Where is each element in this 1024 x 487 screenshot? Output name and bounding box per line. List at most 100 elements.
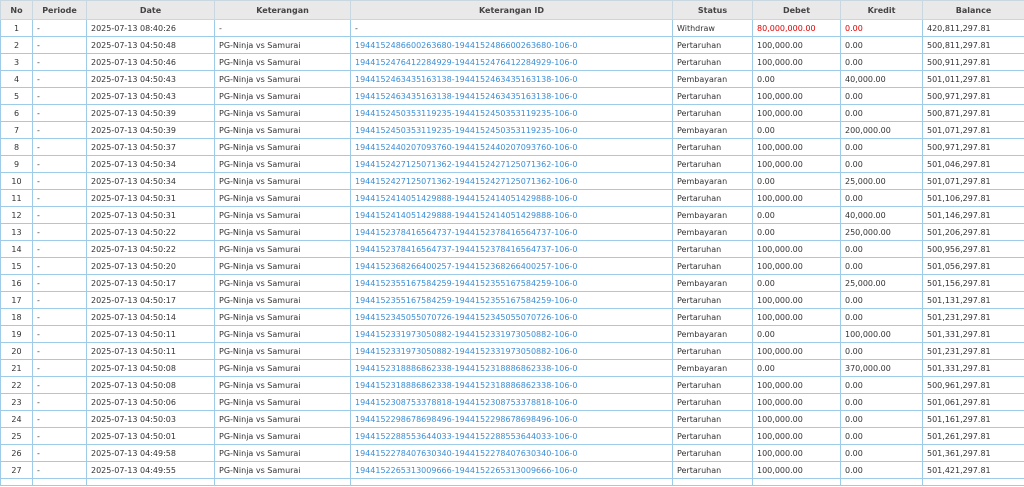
cell-no: 12 [0, 206, 33, 224]
cell-keterangan-id[interactable]: 1944152450353119235-1944152450353119235-… [350, 104, 673, 122]
cell-kredit: 0.00 [840, 138, 923, 156]
cell-kredit: 25,000.00 [840, 172, 923, 190]
cell-kredit: 40,000.00 [840, 206, 923, 224]
cell-date: 2025-07-13 04:50:39 [86, 121, 215, 139]
cell-keterangan: PG-Ninja vs Samurai [214, 189, 351, 207]
cell-balance: 501,146,297.81 [922, 206, 1024, 224]
cell-date: 2025-07-13 04:50:43 [86, 87, 215, 105]
cell-keterangan-id[interactable]: 1944152440207093760-1944152440207093760-… [350, 138, 673, 156]
cell-keterangan: PG-Ninja vs Samurai [214, 121, 351, 139]
cell-debet: 0.00 [752, 223, 841, 241]
col-header-debet[interactable]: Debet [752, 0, 841, 20]
cell-kredit: 0.00 [840, 291, 923, 309]
cell-keterangan-id[interactable]: 1944152378416564737-1944152378416564737-… [350, 223, 673, 241]
cell-keterangan-id[interactable]: 1944152427125071362-1944152427125071362-… [350, 172, 673, 190]
cell-status: Pertaruhan [672, 461, 753, 479]
cell-keterangan-id[interactable]: 1944152331973050882-1944152331973050882-… [350, 342, 673, 360]
cell-no: 1 [0, 19, 33, 37]
cell-status: Pertaruhan [672, 36, 753, 54]
col-header-periode[interactable]: Periode [32, 0, 87, 20]
col-header-no[interactable]: No [0, 0, 33, 20]
cell-no: 27 [0, 461, 33, 479]
col-header-keterangan[interactable]: Keterangan [214, 0, 351, 20]
cell-no: 22 [0, 376, 33, 394]
cell-empty [86, 478, 215, 486]
cell-keterangan-id[interactable]: 1944152463435163138-1944152463435163138-… [350, 70, 673, 88]
cell-keterangan-id[interactable]: 1944152368266400257-1944152368266400257-… [350, 257, 673, 275]
col-header-balance[interactable]: Balance [922, 0, 1024, 20]
cell-date: 2025-07-13 04:50:31 [86, 189, 215, 207]
cell-empty [672, 478, 753, 486]
cell-status: Pembayaran [672, 325, 753, 343]
cell-keterangan-id[interactable]: 1944152331973050882-1944152331973050882-… [350, 325, 673, 343]
cell-status: Pertaruhan [672, 342, 753, 360]
cell-keterangan: PG-Ninja vs Samurai [214, 444, 351, 462]
cell-keterangan-id[interactable]: 1944152345055070726-1944152345055070726-… [350, 308, 673, 326]
table-row: 10-2025-07-13 04:50:34 PG-Ninja vs Samura… [0, 172, 1024, 190]
table-row: 20-2025-07-13 04:50:11 PG-Ninja vs Samura… [0, 342, 1024, 360]
cell-balance: 500,971,297.81 [922, 87, 1024, 105]
cell-keterangan-id[interactable]: 1944152414051429888-1944152414051429888-… [350, 206, 673, 224]
col-header-date[interactable]: Date [86, 0, 215, 20]
col-header-status[interactable]: Status [672, 0, 753, 20]
cell-keterangan: PG-Ninja vs Samurai [214, 393, 351, 411]
cell-keterangan-id[interactable]: 1944152476412284929-1944152476412284929-… [350, 53, 673, 71]
cell-kredit: 0.00 [840, 342, 923, 360]
cell-status: Pertaruhan [672, 240, 753, 258]
cell-balance: 501,156,297.81 [922, 274, 1024, 292]
cell-keterangan-id[interactable]: 1944152463435163138-1944152463435163138-… [350, 87, 673, 105]
cell-keterangan-id[interactable]: 1944152265313009666-1944152265313009666-… [350, 461, 673, 479]
cell-kredit: 0.00 [840, 53, 923, 71]
col-header-kredit[interactable]: Kredit [840, 0, 923, 20]
cell-debet: 100,000.00 [752, 104, 841, 122]
cell-kredit: 25,000.00 [840, 274, 923, 292]
cell-keterangan-id[interactable]: 1944152414051429888-1944152414051429888-… [350, 189, 673, 207]
cell-keterangan-id[interactable]: 1944152450353119235-1944152450353119235-… [350, 121, 673, 139]
cell-no: 25 [0, 427, 33, 445]
cell-debet: 100,000.00 [752, 342, 841, 360]
cell-keterangan-id[interactable]: 1944152355167584259-1944152355167584259-… [350, 274, 673, 292]
cell-kredit: 40,000.00 [840, 70, 923, 88]
cell-keterangan-id[interactable]: 1944152355167584259-1944152355167584259-… [350, 291, 673, 309]
cell-keterangan-id[interactable]: 1944152308753378818-1944152308753378818-… [350, 393, 673, 411]
cell-balance: 501,161,297.81 [922, 410, 1024, 428]
table-row: 27-2025-07-13 04:49:55 PG-Ninja vs Samura… [0, 461, 1024, 479]
cell-kredit: 370,000.00 [840, 359, 923, 377]
cell-periode: - [32, 172, 87, 190]
cell-date: 2025-07-13 04:50:37 [86, 138, 215, 156]
cell-keterangan-id[interactable]: 1944152378416564737-1944152378416564737-… [350, 240, 673, 258]
cell-balance: 501,131,297.81 [922, 291, 1024, 309]
cell-status: Pembayaran [672, 206, 753, 224]
cell-debet: 100,000.00 [752, 240, 841, 258]
cell-no: 13 [0, 223, 33, 241]
cell-keterangan-id[interactable]: 1944152427125071362-1944152427125071362-… [350, 155, 673, 173]
cell-empty [922, 478, 1024, 486]
cell-status: Pertaruhan [672, 87, 753, 105]
table-row: 26-2025-07-13 04:49:58 PG-Ninja vs Samura… [0, 444, 1024, 462]
cell-no: 26 [0, 444, 33, 462]
cell-date: 2025-07-13 04:50:03 [86, 410, 215, 428]
cell-keterangan: PG-Ninja vs Samurai [214, 410, 351, 428]
col-header-keterangan-id[interactable]: Keterangan ID [350, 0, 673, 20]
cell-status: Pertaruhan [672, 427, 753, 445]
cell-keterangan: PG-Ninja vs Samurai [214, 87, 351, 105]
cell-kredit: 0.00 [840, 376, 923, 394]
cell-no: 7 [0, 121, 33, 139]
table-row: 14-2025-07-13 04:50:22 PG-Ninja vs Samura… [0, 240, 1024, 258]
cell-keterangan-id[interactable]: 1944152318886862338-1944152318886862338-… [350, 359, 673, 377]
cell-debet: 0.00 [752, 121, 841, 139]
cell-keterangan: PG-Ninja vs Samurai [214, 274, 351, 292]
table-row: 9-2025-07-13 04:50:34 PG-Ninja vs Samurai… [0, 155, 1024, 173]
cell-keterangan-id[interactable]: 1944152486600263680-1944152486600263680-… [350, 36, 673, 54]
cell-periode: - [32, 342, 87, 360]
cell-no: 23 [0, 393, 33, 411]
table-row: 8-2025-07-13 04:50:37 PG-Ninja vs Samurai… [0, 138, 1024, 156]
cell-keterangan-id[interactable]: 1944152318886862338-1944152318886862338-… [350, 376, 673, 394]
cell-date: 2025-07-13 04:50:08 [86, 376, 215, 394]
cell-no: 14 [0, 240, 33, 258]
table-row: 22-2025-07-13 04:50:08 PG-Ninja vs Samura… [0, 376, 1024, 394]
cell-keterangan-id[interactable]: 1944152288553644033-1944152288553644033-… [350, 427, 673, 445]
cell-periode: - [32, 104, 87, 122]
cell-keterangan-id[interactable]: 1944152278407630340-1944152278407630340-… [350, 444, 673, 462]
cell-keterangan-id[interactable]: 1944152298678698496-1944152298678698496-… [350, 410, 673, 428]
